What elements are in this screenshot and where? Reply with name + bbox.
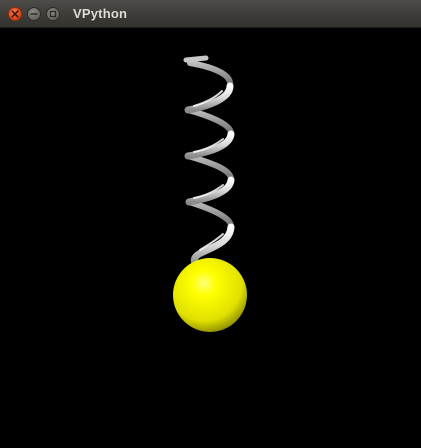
scene-canvas[interactable] — [0, 28, 421, 448]
minimize-button[interactable] — [27, 7, 41, 21]
window-title: VPython — [73, 6, 128, 21]
spring — [183, 55, 235, 268]
close-button[interactable] — [8, 7, 22, 21]
maximize-icon — [49, 10, 57, 18]
vpython-window: VPython — [0, 0, 421, 448]
close-icon — [11, 10, 19, 18]
minimize-icon — [30, 13, 38, 15]
scene-svg — [173, 55, 247, 332]
title-bar[interactable]: VPython — [0, 0, 421, 28]
yellow-ball — [173, 258, 247, 332]
maximize-button[interactable] — [46, 7, 60, 21]
